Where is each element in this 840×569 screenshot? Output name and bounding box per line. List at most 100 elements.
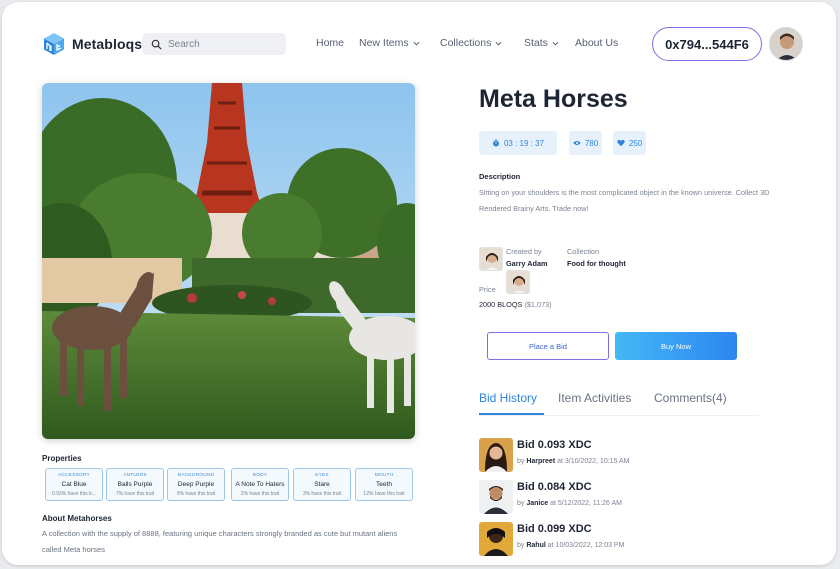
property-type: Mouth bbox=[374, 473, 394, 478]
heart-icon bbox=[617, 139, 625, 147]
brand-name: Metabloqs bbox=[72, 36, 143, 52]
about-heading: About Metahorses bbox=[42, 514, 112, 523]
property-rarity: 2% have this trait bbox=[240, 491, 280, 497]
creator-avatar[interactable] bbox=[479, 247, 503, 271]
price-value: 2000 BLOQS ($1,073) bbox=[479, 300, 552, 309]
price-bloqs: 2000 BLOQS bbox=[479, 300, 523, 309]
tab-bid-history[interactable]: Bid History bbox=[479, 391, 537, 405]
bid-amount: Bid 0.084 XDC bbox=[517, 481, 592, 493]
property-rarity: 12% have this trait bbox=[363, 491, 405, 497]
bidder-avatar-image bbox=[479, 480, 513, 514]
bid-timestamp: at 10/03/2022, 12:03 PM bbox=[547, 542, 625, 549]
bid-amount: Bid 0.099 XDC bbox=[517, 523, 592, 535]
bidder-avatar-image bbox=[479, 438, 513, 472]
bidder-name[interactable]: Janice bbox=[526, 500, 548, 507]
bid-by-label: by bbox=[517, 542, 525, 549]
bid-meta: by Janice at 5/12/2022, 11:26 AM bbox=[517, 500, 622, 507]
timer-value: 03 : 19 : 37 bbox=[503, 138, 545, 148]
nav-about-us[interactable]: About Us bbox=[575, 37, 618, 49]
bidder-avatar bbox=[479, 438, 513, 472]
user-avatar[interactable] bbox=[769, 27, 803, 61]
chevron-down-icon bbox=[552, 41, 559, 46]
nav-collections[interactable]: Collections bbox=[440, 37, 502, 49]
property-card[interactable]: Body A Note To Haters 2% have this trait bbox=[231, 468, 289, 501]
price-label: Price bbox=[479, 285, 496, 294]
bid-timestamp: at 3/10/2022, 10:15 AM bbox=[557, 458, 630, 465]
property-value: Cat Blue bbox=[61, 481, 87, 488]
nav-collections-label: Collections bbox=[440, 37, 492, 49]
created-by-label: Created by bbox=[506, 247, 542, 256]
bidder-avatar-image bbox=[479, 522, 513, 556]
bidder-name[interactable]: Rahul bbox=[526, 542, 545, 549]
nav-home-label: Home bbox=[316, 37, 345, 49]
property-type: Antlers bbox=[123, 473, 147, 478]
search-bar[interactable] bbox=[142, 33, 286, 55]
property-value: Teeth bbox=[376, 481, 392, 488]
bid-by-label: by bbox=[517, 458, 525, 465]
property-value: Deep Purple bbox=[177, 481, 215, 488]
stopwatch-icon bbox=[492, 139, 500, 147]
views-value: 780 bbox=[584, 138, 599, 148]
property-rarity: 9% have this trait bbox=[176, 491, 216, 497]
collection-label: Collection bbox=[567, 247, 600, 256]
bidder-name[interactable]: Harpreet bbox=[526, 458, 555, 465]
bid-meta: by Harpreet at 3/10/2022, 10:15 AM bbox=[517, 458, 630, 465]
property-rarity: 0.93% have this tr... bbox=[52, 491, 96, 497]
cube-logo-icon bbox=[44, 33, 64, 55]
owner-avatar[interactable] bbox=[506, 270, 530, 294]
properties-heading: Properties bbox=[42, 454, 82, 463]
property-card[interactable]: Mouth Teeth 12% have this trait bbox=[355, 468, 413, 501]
description-text: Sitting on your shoulders is the most co… bbox=[479, 188, 770, 213]
creator-name[interactable]: Garry Adam bbox=[506, 259, 548, 268]
auction-timer: 03 : 19 : 37 bbox=[479, 131, 557, 155]
wallet-address-button[interactable]: 0x794...544F6 bbox=[652, 27, 762, 61]
views-count: 780 bbox=[569, 131, 602, 155]
bid-amount: Bid 0.093 XDC bbox=[517, 439, 592, 451]
property-card[interactable]: Background Deep Purple 9% have this trai… bbox=[167, 468, 225, 501]
likes-value: 250 bbox=[628, 138, 643, 148]
bid-meta: by Rahul at 10/03/2022, 12:03 PM bbox=[517, 542, 624, 549]
property-value: Balls Purple bbox=[117, 481, 153, 488]
eye-icon bbox=[573, 141, 581, 145]
nav-new-items[interactable]: New Items bbox=[359, 37, 420, 49]
horses-scene-image bbox=[42, 83, 415, 439]
creator-avatar-image bbox=[480, 248, 502, 270]
likes-count[interactable]: 250 bbox=[613, 131, 646, 155]
property-value: A Note To Haters bbox=[235, 481, 285, 488]
owner-avatar-image bbox=[507, 271, 529, 293]
property-type: Eyes bbox=[315, 473, 329, 478]
chevron-down-icon bbox=[413, 41, 420, 46]
chevron-down-icon bbox=[495, 41, 502, 46]
brand-logo[interactable]: Metabloqs bbox=[42, 32, 142, 56]
price-usd: ($1,073) bbox=[524, 300, 552, 309]
nft-image[interactable] bbox=[42, 83, 415, 439]
collection-name[interactable]: Food for thought bbox=[567, 259, 626, 268]
active-tab-indicator bbox=[479, 413, 544, 415]
nav-home[interactable]: Home bbox=[316, 37, 344, 49]
bid-timestamp: at 5/12/2022, 11:26 AM bbox=[550, 500, 622, 507]
nav-stats-label: Stats bbox=[524, 37, 548, 49]
about-text: A collection with the supply of 8888, fe… bbox=[42, 529, 398, 554]
bidder-avatar bbox=[479, 522, 513, 556]
tab-item-activities[interactable]: Item Activities bbox=[558, 391, 631, 405]
property-rarity: 3% have this trait bbox=[302, 491, 342, 497]
property-rarity: 7% have this trait bbox=[115, 491, 155, 497]
property-card[interactable]: Antlers Balls Purple 7% have this trait bbox=[106, 468, 164, 501]
tabs-divider bbox=[479, 415, 759, 416]
place-bid-button[interactable]: Place a Bid bbox=[487, 332, 609, 360]
nav-stats[interactable]: Stats bbox=[524, 37, 559, 49]
property-value: Stare bbox=[314, 481, 330, 488]
bidder-avatar bbox=[479, 480, 513, 514]
search-input[interactable] bbox=[168, 38, 278, 50]
property-type: Body bbox=[252, 473, 268, 478]
property-card[interactable]: Accessory Cat Blue 0.93% have this tr... bbox=[45, 468, 103, 501]
tab-comments[interactable]: Comments(4) bbox=[654, 391, 727, 405]
user-avatar-image bbox=[770, 28, 802, 60]
nav-about-us-label: About Us bbox=[575, 37, 619, 49]
description-heading: Description bbox=[479, 172, 521, 181]
search-icon bbox=[151, 39, 162, 50]
property-card[interactable]: Eyes Stare 3% have this trait bbox=[293, 468, 351, 501]
buy-now-button[interactable]: Buy Now bbox=[615, 332, 737, 360]
property-type: Background bbox=[177, 473, 215, 478]
app-frame: Metabloqs Home New Items Collections Sta… bbox=[2, 2, 836, 565]
